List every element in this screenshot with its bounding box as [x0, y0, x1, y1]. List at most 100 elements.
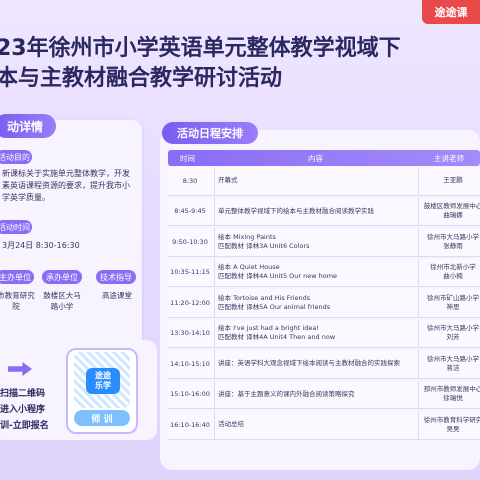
row-host-line: 曲小楠 — [443, 272, 463, 281]
tech-support-value: 高途课堂 — [102, 291, 132, 300]
row-host-line: 徐州市北新小学 — [430, 263, 476, 272]
row-host-line: 徐州市大马路小学 — [427, 324, 479, 333]
table-row: 8:30 开幕式 王亚鹏 — [168, 167, 480, 196]
row-time: 8:30 — [182, 176, 198, 185]
column-divider — [418, 289, 419, 317]
table-row: 10:35-11:15 绘本 A Quiet House 匹配教材 译林4A Uni… — [168, 258, 480, 287]
column-divider — [214, 319, 215, 347]
signup-step-1: 扫描二维码 — [0, 389, 46, 399]
row-content: 活动总结 — [218, 411, 418, 439]
row-time: 10:35-11:15 — [170, 268, 210, 277]
row-time: 8:45-9:45 — [174, 207, 206, 216]
column-divider — [418, 319, 419, 347]
row-host-line: 吴吴 — [446, 424, 460, 433]
row-content: 开幕式 — [218, 167, 418, 195]
row-content-line: 匹配教材 译林5A Our animal friends — [218, 302, 331, 311]
column-divider — [418, 197, 419, 225]
row-content-line: 开幕式 — [218, 176, 238, 185]
signup-step-3: 训-立即报名 — [0, 421, 49, 431]
row-content-line: 绘本 A Quiet House — [218, 263, 280, 272]
row-time: 16:10-16:40 — [170, 420, 210, 429]
column-divider — [418, 258, 419, 286]
row-content-line: 匹配教材 译林4A Unit5 Our new home — [218, 272, 338, 281]
row-content-line: 匹配教材 译林3A Unit6 Colors — [218, 241, 310, 250]
qr-logo-line-2: 乐学 — [95, 381, 111, 390]
organizer-tag: 主办单位 — [0, 270, 34, 284]
table-row: 13:30-14:10 绘本 I've just had a bright ide… — [168, 319, 480, 348]
row-content-line: 绘本 Tortoise and His Friends — [218, 293, 311, 302]
purpose-tag: 活动目的 — [0, 150, 32, 164]
row-host: 徐州市矿山路小学 神思 — [422, 289, 480, 317]
col-time: 时间 — [180, 154, 195, 163]
row-content-line: 讲座：基于主题意义的课内外融合阅读策略探究 — [218, 389, 355, 398]
row-host-line: 蒋洁 — [446, 363, 460, 372]
row-content-line: 绘本 I've just had a bright idea! — [218, 324, 319, 333]
row-host-line: 曲瑞娜 — [443, 211, 463, 220]
row-content: 讲座：基于主题意义的课内外融合阅读策略探究 — [218, 381, 418, 409]
row-host: 徐州市教育科学研究 吴吴 — [422, 411, 480, 439]
schedule-table-header: 时间 内容 主讲老师 — [168, 150, 480, 166]
row-host-line: 神思 — [446, 302, 460, 311]
row-content-line: 绘本 Mixing Paints — [218, 232, 276, 241]
column-divider — [214, 380, 215, 408]
table-row: 14:10-15:10 讲座：英语学科大观念视域下绘本阅读与主教材融合的实践探索 徐… — [168, 350, 480, 379]
row-content-line: 匹配教材 译林4A Unit4 Then and now — [218, 333, 336, 342]
row-content: 绘本 Mixing Paints 匹配教材 译林3A Unit6 Colors — [218, 228, 418, 256]
purpose-text: 新课标关于实施单元整体教学，开发素英语课程资源的要求，提升我市小学英学质量。 — [2, 169, 130, 202]
row-content: 单元整体教学视域下的绘本与主教材融合阅读教学实践 — [218, 198, 418, 226]
column-divider — [418, 228, 419, 256]
tech-support-tag: 技术指导 — [96, 270, 136, 284]
row-time: 14:10-15:10 — [170, 359, 210, 368]
column-divider — [214, 167, 215, 195]
row-content-line: 讲座：英语学科大观念视域下绘本阅读与主教材融合的实践探索 — [218, 359, 400, 368]
column-divider — [214, 411, 215, 439]
column-divider — [418, 167, 419, 195]
column-divider — [214, 289, 215, 317]
row-host: 王亚鹏 — [422, 167, 480, 195]
column-divider — [214, 197, 215, 225]
row-content-line: 单元整体教学视域下的绘本与主教材融合阅读教学实践 — [218, 206, 374, 215]
schedule-heading: 活动日程安排 — [162, 122, 258, 144]
qr-logo-line-1: 途途 — [95, 371, 111, 380]
brand-logo: 途途课 — [422, 0, 480, 24]
column-divider — [418, 380, 419, 408]
table-row: 15:10-16:00 讲座：基于主题意义的课内外融合阅读策略探究 邳州市教师发展中… — [168, 380, 480, 409]
column-divider — [214, 258, 215, 286]
row-host-line: 徐州市矿山路小学 — [427, 293, 479, 302]
column-divider — [418, 411, 419, 439]
table-row: 11:20-12:00 绘本 Tortoise and His Friends 匹配… — [168, 289, 480, 318]
column-divider — [214, 350, 215, 378]
row-host-line: 邳州市教师发展中心 — [423, 385, 480, 394]
row-host: 邳州市教师发展中心 徐瑞悦 — [422, 381, 480, 409]
row-host: 徐州市大马路小学 蒋洁 — [422, 350, 480, 378]
signup-step-2: 进入小程序 — [0, 405, 46, 415]
time-tag: 活动时间 — [0, 220, 32, 234]
row-content: 讲座：英语学科大观念视域下绘本阅读与主教材融合的实践探索 — [218, 350, 418, 378]
row-host-line: 王亚鹏 — [443, 176, 463, 185]
row-host: 鼓楼区教师发展中心 曲瑞娜 — [422, 198, 480, 226]
column-divider — [418, 350, 419, 378]
col-content: 内容 — [308, 154, 323, 163]
table-row: 16:10-16:40 活动总结 徐州市教育科学研究 吴吴 — [168, 411, 480, 440]
host-unit-value: 鼓楼区大马路小学 — [43, 291, 81, 311]
qr-badge: 师 训 — [74, 410, 130, 426]
row-content: 绘本 I've just had a bright idea! 匹配教材 译林4A… — [218, 320, 418, 348]
row-host-line: 张静雨 — [443, 241, 463, 250]
time-text: 3月24日 8:30-16:30 — [2, 241, 80, 250]
row-host-line: 徐瑞悦 — [443, 394, 463, 403]
table-row: 8:45-9:45 单元整体教学视域下的绘本与主教材融合阅读教学实践 鼓楼区教师发展… — [168, 197, 480, 226]
row-host: 徐州市大马路小学 张静雨 — [422, 228, 480, 256]
details-heading: 动详情 — [0, 114, 56, 138]
row-host-line: 徐州市大马路小学 — [427, 354, 479, 363]
table-row: 9:50-10:30 绘本 Mixing Paints 匹配教材 译林3A Unit… — [168, 228, 480, 257]
row-time: 9:50-10:30 — [172, 237, 208, 246]
host-unit-tag: 承办单位 — [42, 270, 82, 284]
row-time: 13:30-14:10 — [170, 329, 210, 338]
row-host-line: 刘芳 — [446, 333, 460, 342]
row-host-line: 鼓楼区教师发展中心 — [423, 202, 480, 211]
row-host: 徐州市大马路小学 刘芳 — [422, 320, 480, 348]
row-time: 11:20-12:00 — [170, 298, 210, 307]
row-host: 徐州市北新小学 曲小楠 — [422, 259, 480, 287]
row-content: 绘本 A Quiet House 匹配教材 译林4A Unit5 Our new … — [218, 259, 418, 287]
row-content: 绘本 Tortoise and His Friends 匹配教材 译林5A Our… — [218, 289, 418, 317]
